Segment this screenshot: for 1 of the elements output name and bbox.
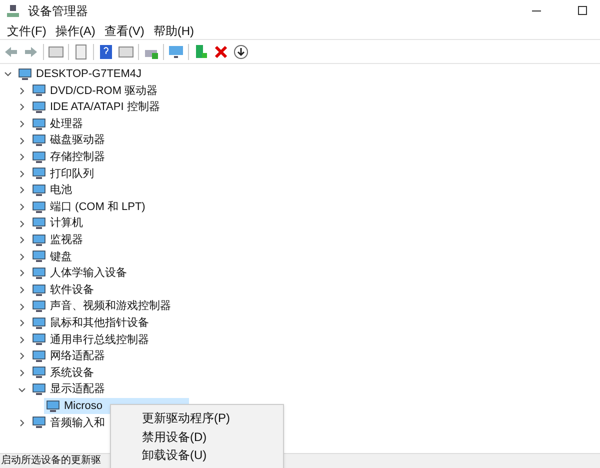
window-title: 设备管理器 <box>28 3 88 20</box>
